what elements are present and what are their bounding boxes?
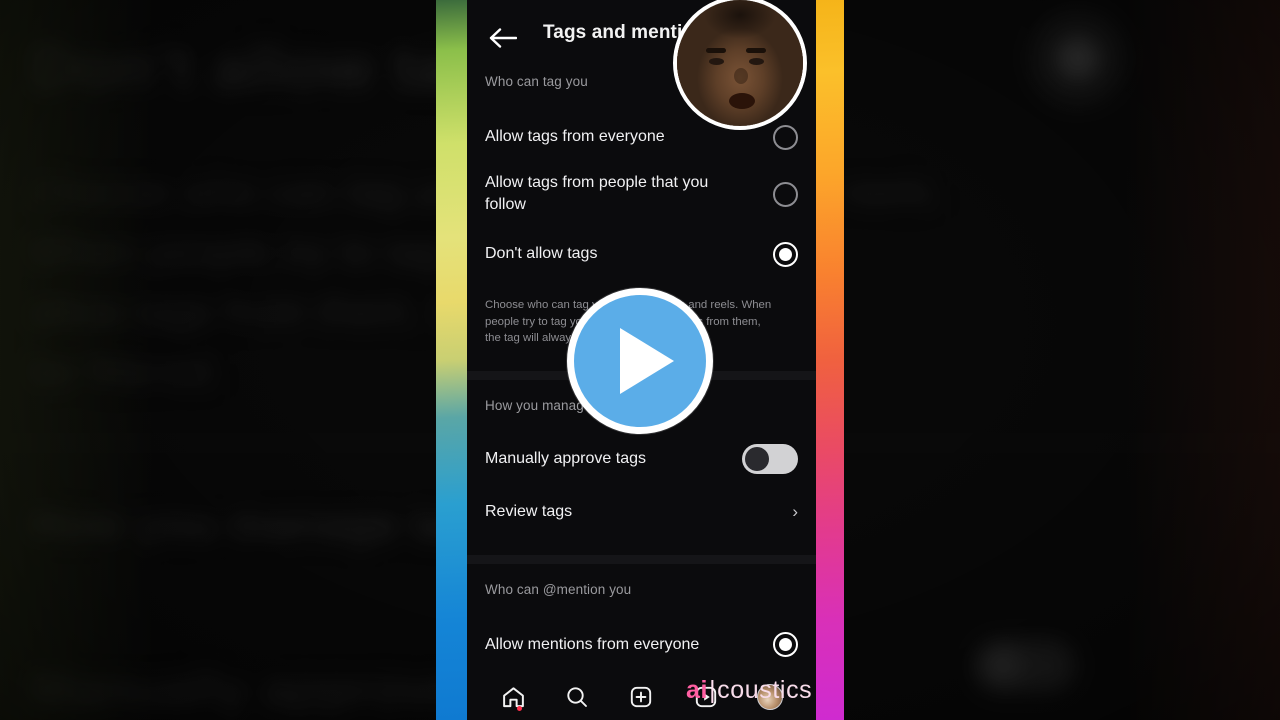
play-triangle-icon bbox=[620, 328, 674, 394]
radio-dont-allow-tags[interactable] bbox=[773, 241, 798, 267]
reels-video-icon[interactable] bbox=[689, 682, 723, 712]
video-frame: Don't allow tags Choose who can tag you … bbox=[0, 0, 1280, 720]
section-divider-2 bbox=[467, 554, 816, 564]
gradient-rail-right bbox=[816, 0, 844, 720]
gradient-rail-left bbox=[436, 0, 467, 720]
home-icon[interactable] bbox=[496, 682, 530, 712]
option-label: Don't allow tags bbox=[485, 245, 598, 263]
option-label: Allow mentions from everyone bbox=[485, 635, 700, 653]
back-arrow-icon[interactable] bbox=[485, 20, 521, 56]
bottom-navigation-bar bbox=[467, 674, 816, 720]
option-allow-tags-following[interactable]: Allow tags from people that you follow bbox=[467, 163, 816, 225]
toggle-manually-approve-tags[interactable] bbox=[742, 443, 798, 474]
option-allow-mentions-everyone[interactable]: Allow mentions from everyone bbox=[467, 619, 816, 671]
chevron-right-icon: › bbox=[792, 502, 798, 522]
presenter-video-bubble bbox=[673, 0, 807, 130]
option-label: Manually approve tags bbox=[485, 449, 646, 467]
profile-avatar-icon[interactable] bbox=[753, 682, 787, 712]
radio-allow-mentions-everyone[interactable] bbox=[773, 632, 798, 658]
presenter-face bbox=[677, 0, 803, 126]
avatar bbox=[756, 684, 783, 710]
play-button[interactable] bbox=[567, 288, 713, 434]
radio-allow-tags-everyone[interactable] bbox=[773, 124, 798, 150]
option-label: Allow tags from people that you follow bbox=[485, 174, 709, 213]
option-label: Allow tags from everyone bbox=[485, 128, 665, 146]
plus-square-icon[interactable] bbox=[624, 682, 658, 712]
section-label-who-can-mention: Who can @mention you bbox=[485, 581, 632, 597]
home-notification-badge bbox=[517, 706, 523, 711]
option-review-tags[interactable]: Review tags › bbox=[467, 485, 816, 539]
radio-allow-tags-following[interactable] bbox=[773, 181, 798, 207]
option-manually-approve-tags[interactable]: Manually approve tags bbox=[467, 433, 816, 485]
option-label: Review tags bbox=[485, 502, 573, 520]
search-icon[interactable] bbox=[560, 682, 594, 712]
option-dont-allow-tags[interactable]: Don't allow tags bbox=[467, 225, 816, 283]
